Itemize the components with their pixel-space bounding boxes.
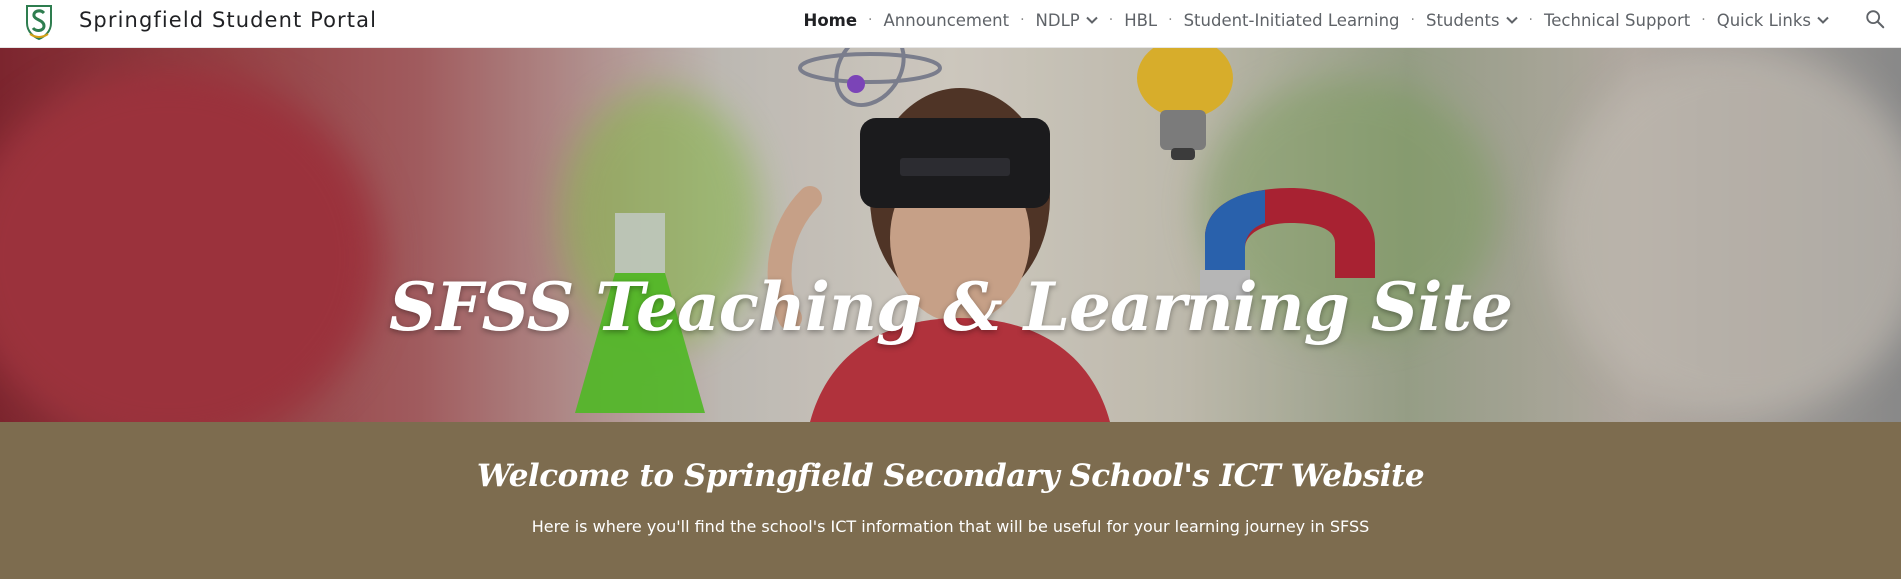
nav-item-students[interactable]: Students (1426, 11, 1518, 30)
chevron-down-icon[interactable] (1086, 16, 1098, 24)
nav-item-home[interactable]: Home (804, 11, 858, 30)
nav-item-label: NDLP (1035, 10, 1080, 30)
nav-separator: · (1168, 12, 1173, 28)
nav-item-technical-support[interactable]: Technical Support (1544, 11, 1690, 30)
nav-item-hbl[interactable]: HBL (1124, 11, 1157, 30)
nav-separator: · (1528, 12, 1533, 28)
nav-item-quick-links[interactable]: Quick Links (1717, 11, 1829, 30)
nav-separator: · (1701, 12, 1706, 28)
nav-item-label: Students (1425, 10, 1500, 30)
nav-item-student-initiated-learning[interactable]: Student-Initiated Learning (1184, 11, 1400, 30)
nav-item-ndlp[interactable]: NDLP (1036, 11, 1098, 30)
chevron-down-icon[interactable] (1505, 16, 1518, 24)
nav-separator: · (1410, 12, 1415, 28)
nav-separator: · (868, 12, 873, 28)
site-header: Springfield Student Portal Home · Announce… (0, 0, 1901, 48)
nav-separator: · (1020, 12, 1025, 28)
nav-item-label: Quick Links (1716, 10, 1811, 30)
nav-item-label: HBL (1124, 10, 1158, 30)
nav-separator: · (1108, 12, 1114, 28)
main-nav: Home · Announcement · NDLP · HBL · Student-Initi… (804, 0, 1829, 40)
nav-item-announcement[interactable]: Announcement (884, 11, 1010, 30)
chevron-down-icon[interactable] (1817, 16, 1829, 24)
hero-banner: SFSS Teaching & Learning Site (0, 48, 1901, 422)
welcome-title: Welcome to Springfield Secondary School'… (476, 458, 1425, 494)
welcome-section: Welcome to Springfield Secondary School'… (0, 422, 1901, 579)
nav-item-label: Student-Initiated Learning (1183, 10, 1400, 30)
hero-overlay (0, 48, 1901, 422)
search-icon[interactable] (1864, 8, 1886, 30)
welcome-text: Here is where you'll find the school's I… (531, 517, 1370, 536)
hero-title: SFSS Teaching & Learning Site (389, 268, 1513, 346)
nav-item-label: Home (803, 10, 858, 30)
nav-item-label: Announcement (883, 10, 1010, 30)
site-title[interactable]: Springfield Student Portal (79, 8, 377, 32)
nav-item-label: Technical Support (1544, 10, 1691, 30)
school-crest-logo[interactable] (24, 3, 54, 41)
